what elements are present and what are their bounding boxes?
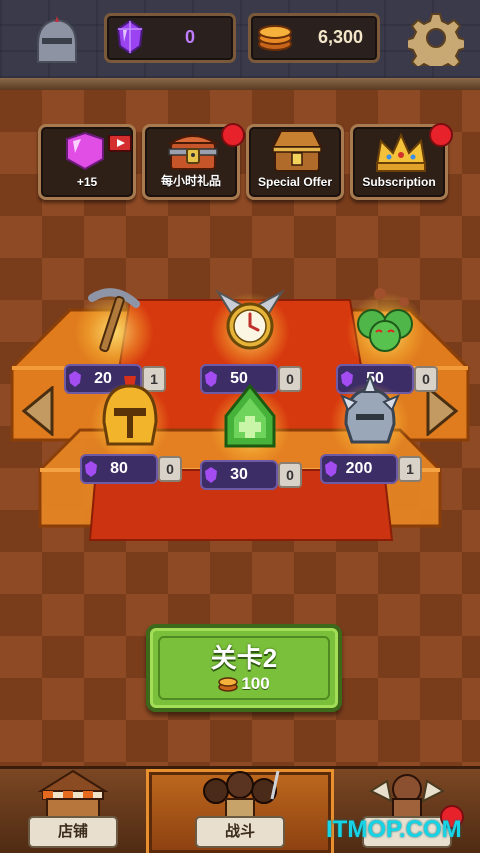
gem-video-icon [66, 131, 132, 171]
shop-item-golden-helmet[interactable]: 80 0 [80, 374, 182, 484]
price-tag: 30 [200, 460, 278, 490]
tile-label: Special Offer [257, 175, 333, 189]
tile-subscription[interactable]: Subscription [350, 123, 453, 200]
price-tag: 80 [80, 454, 158, 484]
shop-item-stopwatch[interactable]: 50 0 [200, 284, 302, 394]
tile-label: +15 [76, 175, 98, 189]
gear-icon[interactable] [408, 10, 464, 66]
nav-label: 店铺 [28, 816, 118, 848]
arrow-left-icon[interactable] [18, 386, 58, 436]
item-count: 0 [278, 462, 302, 488]
coin-count: 6,300 [317, 27, 363, 47]
gem-icon [325, 461, 337, 477]
gem-icon [205, 467, 217, 483]
nav-label: 战斗 [195, 816, 285, 848]
crown-icon [375, 132, 427, 172]
heal-potion-icon [224, 383, 276, 448]
level-title: 关卡2 [210, 643, 278, 673]
item-price: 200 [345, 460, 373, 477]
item-count: 1 [398, 456, 422, 482]
coin-counter[interactable]: 6,300 [248, 13, 380, 63]
treasure-chest-icon [167, 135, 219, 170]
hero-icon [368, 774, 446, 820]
level-cost: 100 [150, 674, 338, 694]
start-level-button[interactable]: 关卡2 100 [146, 624, 342, 712]
coin-icon [218, 677, 239, 692]
golden-helmet-icon [102, 376, 158, 446]
price-tag: 200 [320, 454, 398, 484]
gem-count: 0 [184, 27, 195, 47]
nav-shop[interactable]: 店铺 [0, 769, 146, 853]
notification-badge [221, 123, 245, 147]
tile-label: Subscription [362, 175, 436, 189]
poison-bomb-icon [357, 288, 413, 352]
tile-free-gems[interactable]: +15 [38, 124, 136, 200]
shop-item-heal-potion[interactable]: 30 0 [200, 380, 302, 490]
open-chest-icon [271, 130, 323, 172]
top-bar: 0 6,300 [0, 0, 480, 78]
tile-special-offer[interactable]: Special Offer [246, 124, 344, 200]
pickaxe-icon [88, 288, 140, 353]
item-price: 30 [230, 466, 248, 483]
item-count: 0 [158, 456, 182, 482]
shop-stall-icon [37, 769, 109, 818]
gem-icon [85, 461, 97, 477]
shop-item-spiked-helmet[interactable]: 200 1 [320, 374, 422, 484]
tile-label: 每小时礼品 [160, 174, 221, 188]
level-cost-value: 100 [241, 674, 270, 693]
gem-icon [116, 20, 144, 54]
spiked-helmet-icon [340, 374, 400, 444]
gem-counter[interactable]: 0 [104, 13, 236, 63]
nav-battle[interactable]: 战斗 [146, 769, 334, 853]
stopwatch-icon [215, 289, 285, 350]
helmet-decor-icon [37, 16, 77, 63]
coin-icon [258, 25, 292, 51]
tile-hourly-gift[interactable]: 每小时礼品 [142, 123, 245, 200]
watermark: ITMOP.COM [326, 816, 462, 843]
item-price: 80 [110, 460, 128, 477]
top-bar-trim [0, 78, 480, 90]
notification-badge [429, 123, 453, 147]
